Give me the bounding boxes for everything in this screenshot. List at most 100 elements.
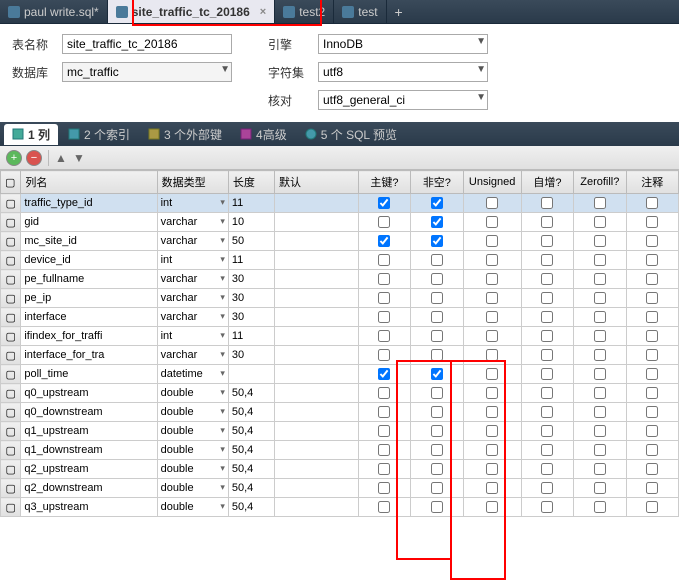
cell-name[interactable]: poll_time (21, 365, 157, 384)
cell-pk[interactable] (358, 403, 410, 422)
cell-unsigned[interactable] (463, 346, 521, 365)
cell-autoinc[interactable] (521, 441, 573, 460)
zerofill-checkbox[interactable] (594, 235, 606, 247)
cell-zerofill[interactable] (574, 441, 626, 460)
zerofill-checkbox[interactable] (594, 254, 606, 266)
comment-checkbox[interactable] (646, 349, 658, 361)
cell-comment[interactable] (626, 251, 679, 270)
cell-notnull[interactable] (411, 441, 463, 460)
pk-checkbox[interactable] (378, 406, 390, 418)
cell-comment[interactable] (626, 308, 679, 327)
autoinc-checkbox[interactable] (541, 330, 553, 342)
table-row[interactable]: ▢poll_timedatetime▾ (1, 365, 679, 384)
cell-notnull[interactable] (411, 232, 463, 251)
cell-length[interactable]: 11 (228, 251, 274, 270)
cell-notnull[interactable] (411, 194, 463, 213)
unsigned-checkbox[interactable] (486, 444, 498, 456)
cell-autoinc[interactable] (521, 403, 573, 422)
tab-indexes[interactable]: 2 个索引 (60, 124, 138, 145)
chevron-down-icon[interactable]: ▾ (220, 235, 225, 246)
comment-checkbox[interactable] (646, 387, 658, 399)
table-row[interactable]: ▢q2_downstreamdouble▾50,4 (1, 479, 679, 498)
cell-type[interactable]: double▾ (157, 460, 228, 479)
cell-zerofill[interactable] (574, 498, 626, 517)
cell-autoinc[interactable] (521, 232, 573, 251)
comment-checkbox[interactable] (646, 197, 658, 209)
notnull-checkbox[interactable] (431, 406, 443, 418)
cell-notnull[interactable] (411, 346, 463, 365)
cell-autoinc[interactable] (521, 308, 573, 327)
unsigned-checkbox[interactable] (486, 425, 498, 437)
comment-checkbox[interactable] (646, 216, 658, 228)
cell-name[interactable]: gid (21, 213, 157, 232)
unsigned-checkbox[interactable] (486, 235, 498, 247)
cell-pk[interactable] (358, 213, 410, 232)
zerofill-checkbox[interactable] (594, 273, 606, 285)
unsigned-checkbox[interactable] (486, 273, 498, 285)
cell-pk[interactable] (358, 384, 410, 403)
column-header-name[interactable]: 列名 (21, 171, 157, 194)
chevron-down-icon[interactable]: ▾ (220, 349, 225, 360)
cell-unsigned[interactable] (463, 270, 521, 289)
chevron-down-icon[interactable]: ▾ (220, 482, 225, 493)
cell-zerofill[interactable] (574, 460, 626, 479)
chevron-down-icon[interactable]: ▾ (220, 254, 225, 265)
comment-checkbox[interactable] (646, 330, 658, 342)
cell-notnull[interactable] (411, 384, 463, 403)
cell-length[interactable]: 50,4 (228, 441, 274, 460)
cell-length[interactable] (228, 365, 274, 384)
chevron-down-icon[interactable]: ▾ (220, 197, 225, 208)
chevron-down-icon[interactable]: ▾ (220, 368, 225, 379)
cell-notnull[interactable] (411, 251, 463, 270)
database-select[interactable] (62, 62, 232, 82)
cell-default[interactable] (274, 194, 358, 213)
autoinc-checkbox[interactable] (541, 216, 553, 228)
autoinc-checkbox[interactable] (541, 463, 553, 475)
comment-checkbox[interactable] (646, 254, 658, 266)
cell-unsigned[interactable] (463, 479, 521, 498)
cell-autoinc[interactable] (521, 194, 573, 213)
cell-length[interactable]: 30 (228, 289, 274, 308)
pk-checkbox[interactable] (378, 216, 390, 228)
cell-autoinc[interactable] (521, 498, 573, 517)
column-header-unsigned[interactable]: Unsigned (463, 171, 521, 194)
cell-pk[interactable] (358, 270, 410, 289)
cell-default[interactable] (274, 251, 358, 270)
comment-checkbox[interactable] (646, 368, 658, 380)
notnull-checkbox[interactable] (431, 482, 443, 494)
chevron-down-icon[interactable]: ▾ (220, 330, 225, 341)
cell-default[interactable] (274, 460, 358, 479)
cell-name[interactable]: q1_downstream (21, 441, 157, 460)
cell-length[interactable]: 11 (228, 327, 274, 346)
cell-pk[interactable] (358, 441, 410, 460)
charset-select[interactable] (318, 62, 488, 82)
table-row[interactable]: ▢device_idint▾11 (1, 251, 679, 270)
cell-type[interactable]: double▾ (157, 403, 228, 422)
notnull-checkbox[interactable] (431, 292, 443, 304)
cell-zerofill[interactable] (574, 403, 626, 422)
cell-comment[interactable] (626, 422, 679, 441)
notnull-checkbox[interactable] (431, 501, 443, 513)
cell-name[interactable]: q0_upstream (21, 384, 157, 403)
autoinc-checkbox[interactable] (541, 368, 553, 380)
column-header-default[interactable]: 默认 (274, 171, 358, 194)
zerofill-checkbox[interactable] (594, 197, 606, 209)
cell-pk[interactable] (358, 346, 410, 365)
notnull-checkbox[interactable] (431, 235, 443, 247)
cell-autoinc[interactable] (521, 479, 573, 498)
cell-pk[interactable] (358, 194, 410, 213)
cell-default[interactable] (274, 498, 358, 517)
notnull-checkbox[interactable] (431, 425, 443, 437)
cell-unsigned[interactable] (463, 232, 521, 251)
cell-pk[interactable] (358, 498, 410, 517)
zerofill-checkbox[interactable] (594, 387, 606, 399)
cell-zerofill[interactable] (574, 346, 626, 365)
cell-name[interactable]: q3_upstream (21, 498, 157, 517)
cell-notnull[interactable] (411, 479, 463, 498)
cell-length[interactable]: 50,4 (228, 498, 274, 517)
unsigned-checkbox[interactable] (486, 216, 498, 228)
cell-name[interactable]: q1_upstream (21, 422, 157, 441)
zerofill-checkbox[interactable] (594, 444, 606, 456)
autoinc-checkbox[interactable] (541, 197, 553, 209)
cell-zerofill[interactable] (574, 479, 626, 498)
